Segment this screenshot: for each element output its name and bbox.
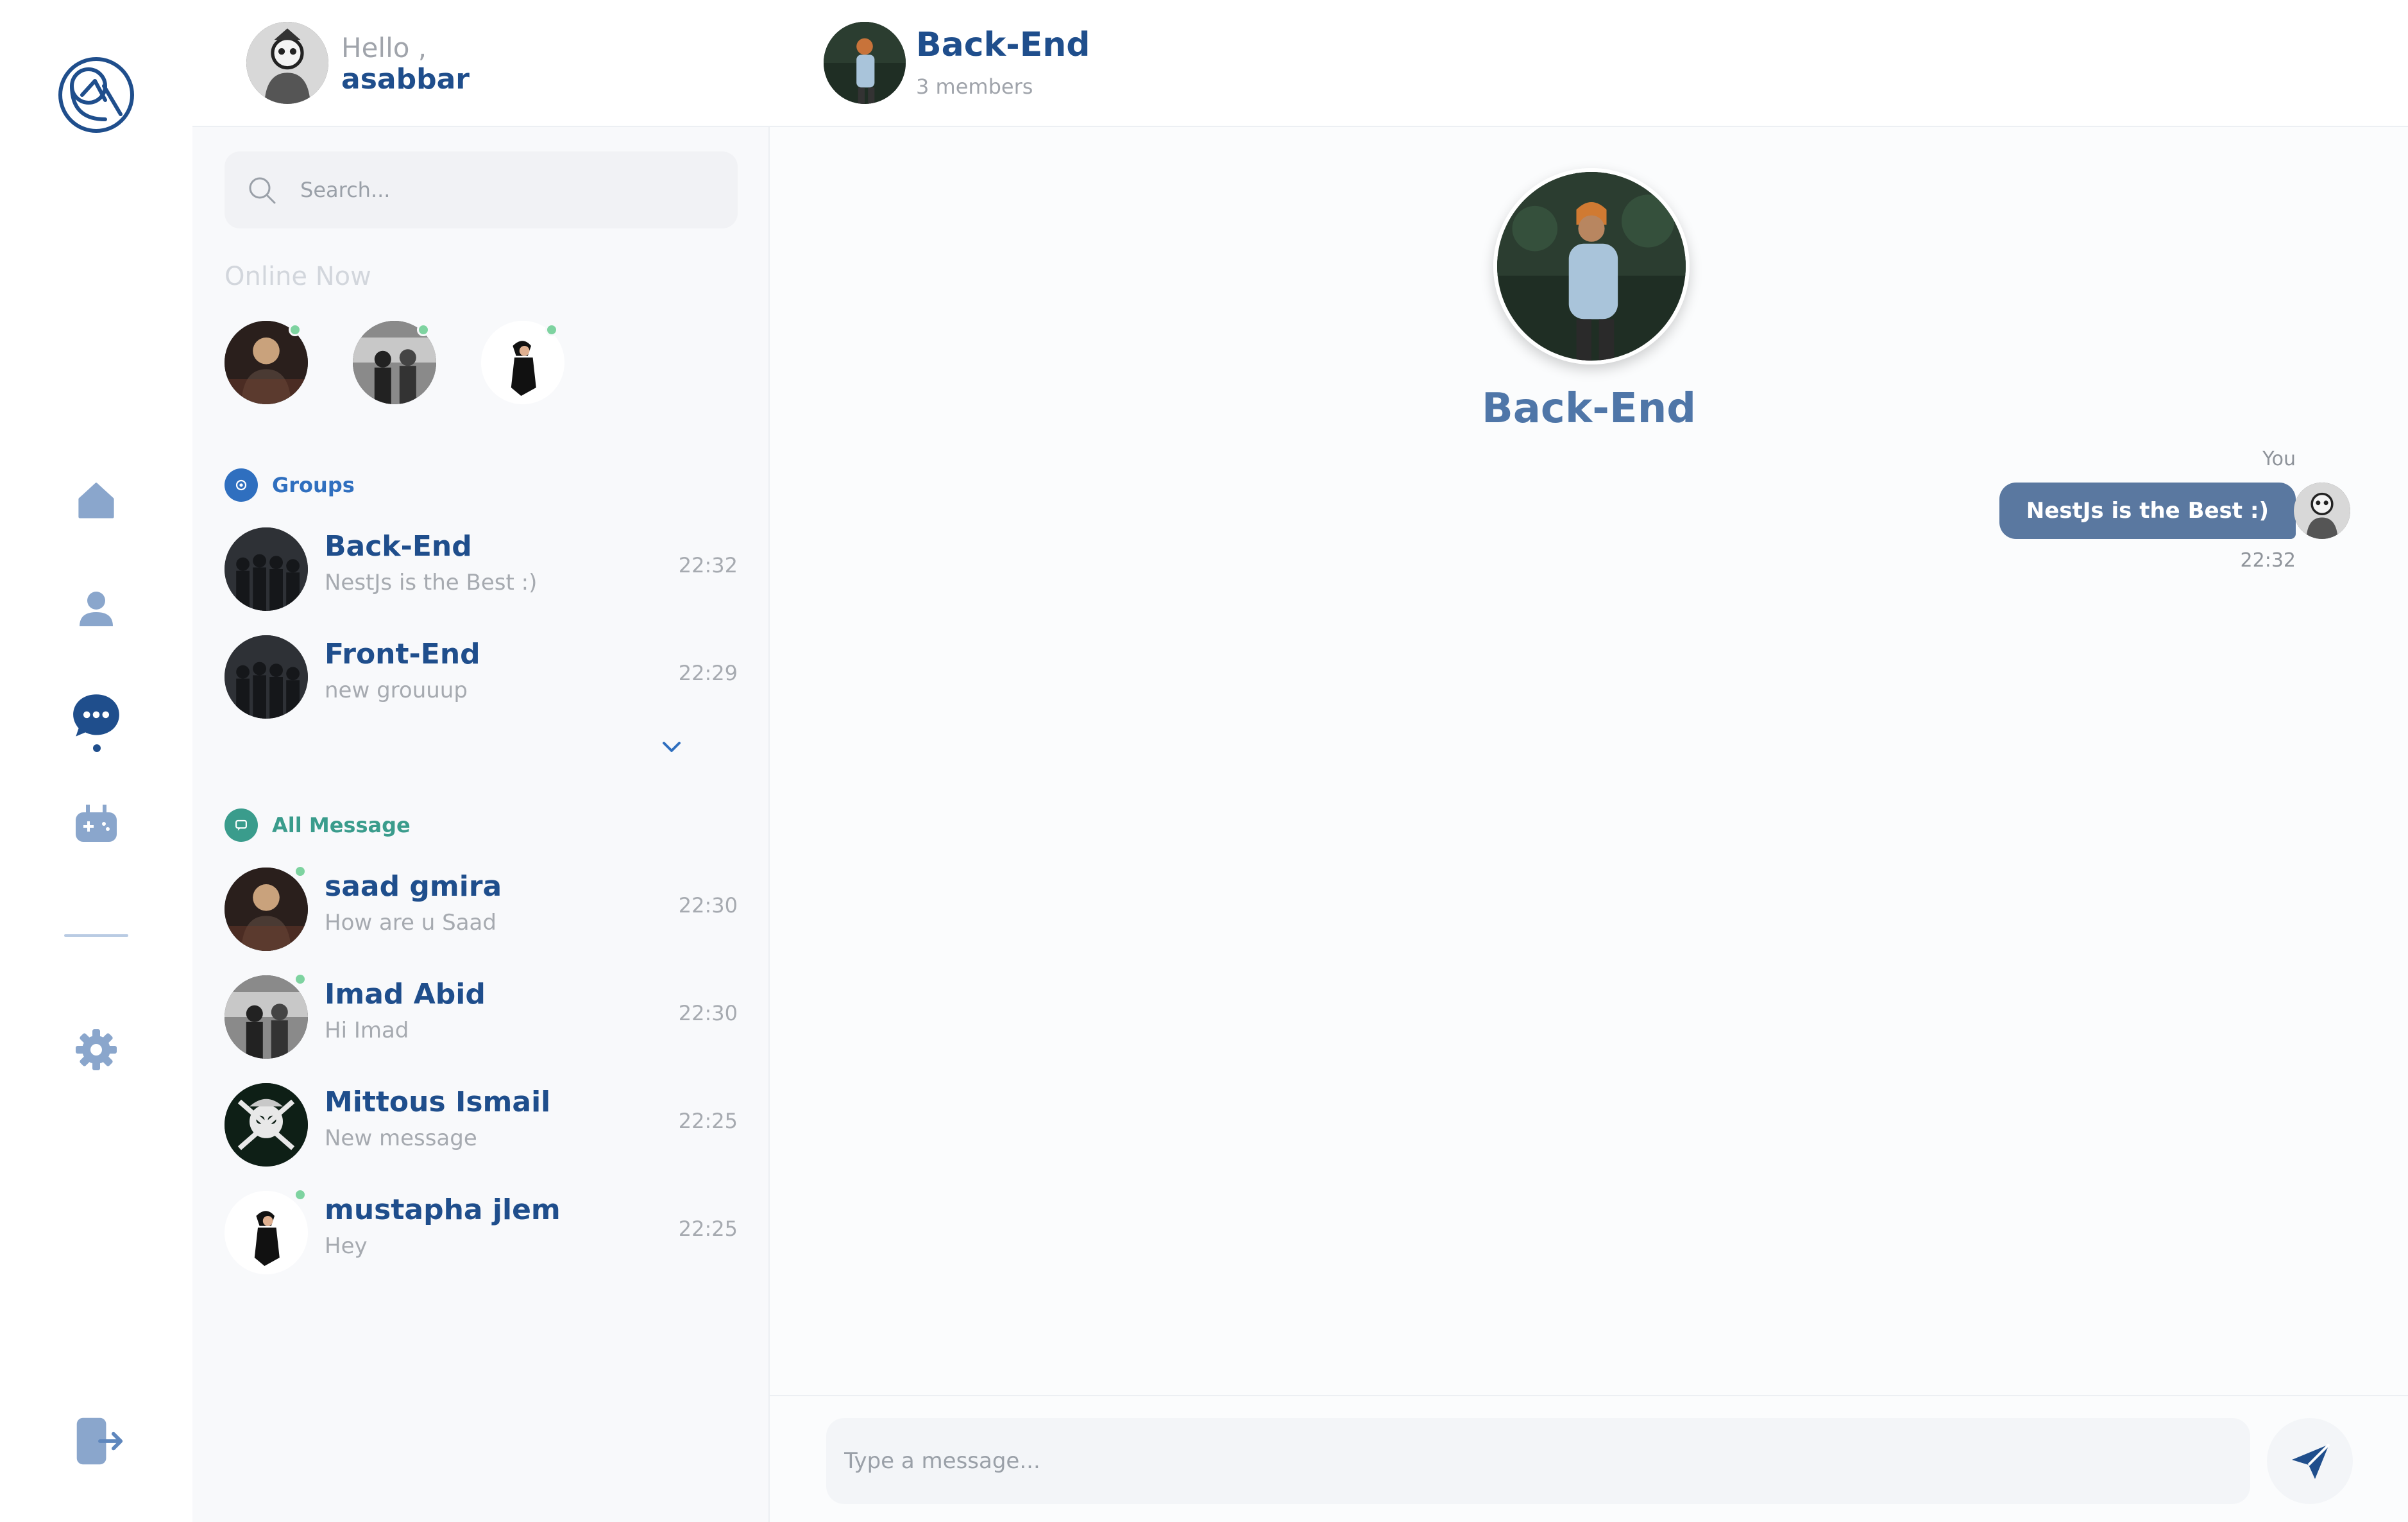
group-profile-avatar[interactable] xyxy=(1493,168,1690,364)
conversation-last-message: Hi Imad xyxy=(325,1018,409,1043)
message-bubble: NestJs is the Best :) xyxy=(1999,483,2296,539)
nav-profile[interactable] xyxy=(71,583,122,634)
active-indicator xyxy=(93,744,101,752)
profile-icon xyxy=(80,592,113,626)
online-indicator xyxy=(417,323,430,336)
conversation-name: mustapha jlem xyxy=(325,1193,561,1226)
nav-home[interactable] xyxy=(71,475,122,526)
conversation-name: saad gmira xyxy=(325,870,502,903)
game-icon xyxy=(76,805,117,842)
conversation-time: 22:25 xyxy=(678,1109,738,1133)
contact-avatar xyxy=(225,1083,308,1167)
conversation-sidebar: Hello , asabbar Online Now Groups Back-E… xyxy=(192,0,770,1522)
username-text: asabbar xyxy=(341,63,470,96)
all-messages-title: All Message xyxy=(272,813,411,837)
chevron-down-icon[interactable] xyxy=(657,733,686,761)
contact-avatar xyxy=(225,868,308,951)
greeting-text: Hello , xyxy=(341,32,427,64)
search-bar[interactable] xyxy=(225,151,738,228)
message-icon xyxy=(225,808,258,842)
conversation-time: 22:29 xyxy=(678,661,738,685)
settings-icon xyxy=(76,1029,117,1070)
online-indicator xyxy=(545,323,558,336)
user-avatar[interactable] xyxy=(246,22,328,104)
search-icon xyxy=(249,177,276,204)
conversation-item[interactable]: Front-End new grouuup 22:29 xyxy=(225,629,738,725)
chat-member-count: 3 members xyxy=(916,74,1033,99)
search-input[interactable] xyxy=(300,178,711,202)
contact-avatar xyxy=(225,1191,308,1274)
chat-title: Back-End xyxy=(916,26,1090,64)
logout-icon xyxy=(76,1417,123,1465)
conversation-item[interactable]: Back-End NestJs is the Best :) 22:32 xyxy=(225,521,738,617)
groups-header: Groups xyxy=(225,468,355,502)
nav-rail xyxy=(0,0,192,1522)
nav-logout[interactable] xyxy=(73,1415,124,1467)
conversation-item[interactable]: Mittous Ismail New message 22:25 xyxy=(225,1077,738,1173)
conversation-time: 22:25 xyxy=(678,1217,738,1241)
conversation-name: Mittous Ismail xyxy=(325,1086,551,1118)
message-input[interactable] xyxy=(844,1418,2230,1504)
contact-avatar xyxy=(225,975,308,1059)
group-avatar xyxy=(225,527,308,611)
send-icon xyxy=(2292,1443,2330,1479)
conversation-time: 22:32 xyxy=(678,553,738,577)
nav-game[interactable] xyxy=(71,798,122,850)
chat-icon xyxy=(73,694,119,737)
send-button[interactable] xyxy=(2267,1418,2353,1504)
conversation-name: Imad Abid xyxy=(325,978,486,1011)
message-input-wrap[interactable] xyxy=(826,1418,2250,1504)
all-messages-header: All Message xyxy=(225,808,411,842)
group-avatar xyxy=(225,635,308,719)
conversation-last-message: New message xyxy=(325,1125,477,1151)
conversation-time: 22:30 xyxy=(678,893,738,918)
online-indicator xyxy=(294,1188,307,1201)
nav-divider xyxy=(64,934,128,937)
chat-avatar[interactable] xyxy=(824,22,906,104)
conversation-item[interactable]: Imad Abid Hi Imad 22:30 xyxy=(225,969,738,1065)
conversation-name: Back-End xyxy=(325,530,472,563)
conversation-last-message: Hey xyxy=(325,1233,368,1259)
online-indicator xyxy=(289,323,301,336)
home-icon xyxy=(78,483,114,518)
nav-chat[interactable] xyxy=(71,690,122,742)
conversation-last-message: new grouuup xyxy=(325,678,468,703)
conversation-time: 22:30 xyxy=(678,1001,738,1025)
message-composer xyxy=(770,1395,2408,1522)
user-header: Hello , asabbar xyxy=(192,0,770,127)
online-indicator xyxy=(294,865,307,878)
conversation-name: Front-End xyxy=(325,638,480,671)
message-time: 22:32 xyxy=(2240,549,2296,572)
message-sender: You xyxy=(2262,448,2296,470)
groups-title: Groups xyxy=(272,473,355,497)
conversation-last-message: How are u Saad xyxy=(325,910,496,936)
groups-icon xyxy=(225,468,258,502)
group-profile-name: Back-End xyxy=(1481,385,1697,432)
conversation-item[interactable]: saad gmira How are u Saad 22:30 xyxy=(225,861,738,957)
online-indicator xyxy=(294,973,307,986)
message-avatar xyxy=(2294,483,2350,539)
chat-header: Back-End 3 members xyxy=(770,0,2408,127)
conversation-item[interactable]: mustapha jlem Hey 22:25 xyxy=(225,1184,738,1281)
chat-panel: Back-End 3 members Back-End You NestJs i… xyxy=(770,0,2408,1522)
nav-settings[interactable] xyxy=(71,1024,122,1075)
app-logo[interactable] xyxy=(56,55,136,135)
conversation-last-message: NestJs is the Best :) xyxy=(325,570,538,595)
online-now-title: Online Now xyxy=(225,262,371,291)
